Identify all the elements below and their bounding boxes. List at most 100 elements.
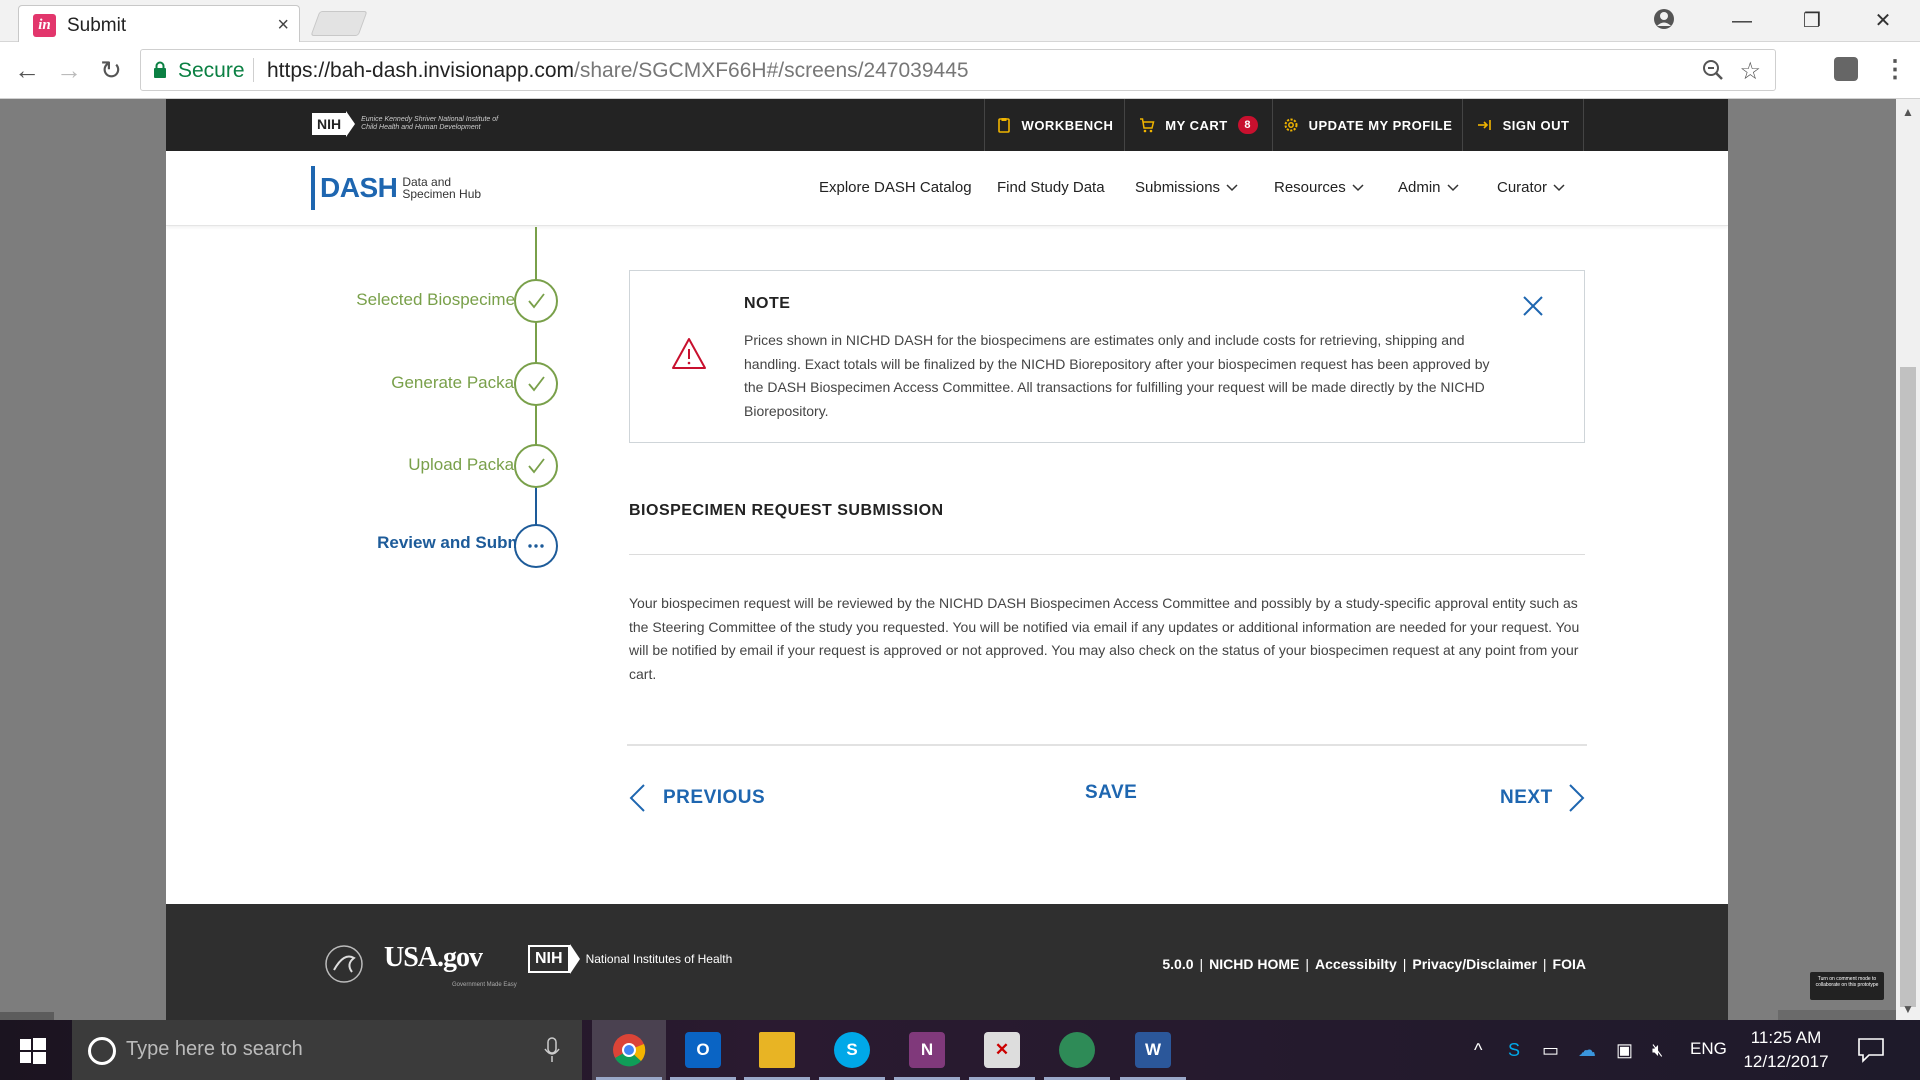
usa-gov-logo[interactable]: USA.gov (384, 942, 483, 974)
workbench-label: WORKBENCH (1021, 117, 1114, 133)
nav-resources-label: Resources (1274, 179, 1346, 196)
nav-find-study-data[interactable]: Find Study Data (997, 179, 1105, 196)
folder-icon (759, 1032, 795, 1068)
scroll-thumb[interactable] (1900, 367, 1916, 1007)
taskbar-skype[interactable]: S (815, 1020, 889, 1080)
word-icon: W (1135, 1032, 1171, 1068)
extension-icon[interactable] (1834, 57, 1858, 81)
footer-link-nichd-home[interactable]: NICHD HOME (1209, 956, 1299, 972)
omnibox-divider (253, 58, 254, 82)
tab-title: Submit (67, 15, 127, 36)
scroll-down-icon[interactable]: ▼ (1896, 1002, 1920, 1016)
action-center-icon[interactable] (1857, 1037, 1885, 1063)
bookmark-star-icon[interactable]: ☆ (1739, 57, 1761, 86)
browser-tab-bar: in Submit × — ❐ ✕ (0, 0, 1920, 43)
tray-battery-icon[interactable]: ▭ (1542, 1040, 1559, 1061)
taskbar-globe-app[interactable] (1040, 1020, 1114, 1080)
save-button[interactable]: SAVE (1085, 782, 1137, 804)
close-window-icon[interactable]: ✕ (1866, 8, 1900, 34)
utility-bar: NIH Eunice Kennedy Shriver National Inst… (166, 99, 1728, 151)
footer: USA.gov Government Made Easy NIH Nationa… (166, 904, 1728, 1020)
chevron-down-icon (1352, 183, 1364, 191)
chevron-down-icon (1447, 183, 1459, 191)
taskbar-chrome[interactable] (592, 1020, 666, 1080)
footer-link-accessibility[interactable]: Accessibilty (1315, 956, 1397, 972)
update-profile-link[interactable]: UPDATE MY PROFILE (1272, 99, 1462, 151)
close-icon[interactable] (1522, 295, 1544, 317)
tray-language[interactable]: ENG (1690, 1039, 1727, 1059)
hhs-seal-icon[interactable] (324, 944, 364, 984)
microphone-icon[interactable] (544, 1037, 560, 1063)
tray-network-icon[interactable]: ▣ (1616, 1040, 1633, 1061)
chevron-left-icon (629, 784, 645, 812)
dash-logo[interactable]: DASH Data and Specimen Hub (311, 166, 481, 210)
dash-logo-bar (311, 166, 315, 210)
scroll-up-icon[interactable]: ▲ (1896, 105, 1920, 119)
previous-button[interactable]: PREVIOUS (627, 782, 765, 814)
section-divider (629, 554, 1585, 555)
nav-resources[interactable]: Resources (1274, 179, 1364, 196)
page-scrollbar[interactable]: ▲ ▼ (1896, 99, 1920, 1020)
taskbar-search-box[interactable]: Type here to search (72, 1020, 582, 1080)
gear-icon (1284, 118, 1298, 132)
nav-admin[interactable]: Admin (1398, 179, 1459, 196)
page-canvas: NIH Eunice Kennedy Shriver National Inst… (166, 99, 1728, 1020)
actions-divider (627, 744, 1587, 746)
new-tab-button[interactable] (310, 11, 368, 36)
profile-icon[interactable] (1653, 8, 1687, 34)
restore-icon[interactable]: ❐ (1795, 8, 1829, 34)
step-review-and-submit[interactable]: Review and Submit (377, 533, 533, 553)
taskbar-outlook[interactable]: O (666, 1020, 740, 1080)
clock-date: 12/12/2017 (1743, 1052, 1829, 1071)
forward-icon[interactable]: → (54, 55, 84, 85)
tray-chevron-up-icon[interactable]: ^ (1474, 1040, 1482, 1061)
nichd-logo[interactable]: NIH Eunice Kennedy Shriver National Inst… (312, 111, 501, 137)
step-selected-biospecimens[interactable]: Selected Biospecimens (356, 290, 533, 310)
invision-mini-bar[interactable] (0, 1012, 54, 1020)
minimize-icon[interactable]: — (1725, 8, 1759, 34)
url-host: https://bah-dash.invisionapp.com (267, 59, 575, 82)
browser-tab[interactable]: in Submit × (18, 5, 300, 43)
x-app-icon: ✕ (984, 1032, 1020, 1068)
tray-onedrive-icon[interactable]: ☁ (1578, 1040, 1596, 1061)
section-body: Your biospecimen request will be reviewe… (629, 595, 1580, 682)
sign-out-label: SIGN OUT (1502, 117, 1570, 133)
zoom-icon[interactable] (1701, 58, 1725, 82)
nih-badge: NIH (312, 113, 347, 135)
footer-link-privacy[interactable]: Privacy/Disclaimer (1412, 956, 1537, 972)
step-complete-icon (514, 362, 558, 406)
reload-icon[interactable]: ↻ (96, 55, 126, 85)
step-generate-package[interactable]: Generate Package (391, 373, 533, 393)
nav-submissions[interactable]: Submissions (1135, 179, 1238, 196)
next-button[interactable]: NEXT (1500, 782, 1587, 814)
tray-clock[interactable]: 11:25 AM 12/12/2017 (1742, 1026, 1830, 1074)
nav-curator[interactable]: Curator (1497, 179, 1565, 196)
invision-comment-toggle[interactable] (1778, 1010, 1896, 1020)
url-field[interactable]: Secure https://bah-dash.invisionapp.com/… (140, 49, 1776, 91)
taskbar-app-x[interactable]: ✕ (965, 1020, 1039, 1080)
browser-menu-icon[interactable]: ⋮ (1883, 55, 1907, 84)
taskbar-file-explorer[interactable] (740, 1020, 814, 1080)
my-cart-label: MY CART (1165, 117, 1228, 133)
windows-start-icon[interactable] (20, 1038, 46, 1064)
sign-out-link[interactable]: SIGN OUT (1462, 99, 1584, 151)
next-label: NEXT (1500, 787, 1553, 808)
nih-footer-logo[interactable]: NIH National Institutes of Health (528, 944, 732, 974)
tab-close-icon[interactable]: × (277, 14, 289, 37)
step-complete-icon (514, 444, 558, 488)
workbench-link[interactable]: WORKBENCH (984, 99, 1124, 151)
nav-explore-catalog[interactable]: Explore DASH Catalog (819, 179, 972, 196)
footer-link-foia[interactable]: FOIA (1553, 956, 1586, 972)
url-path: /share/SGCMXF66H#/screens/247039445 (574, 59, 969, 82)
tray-volume-muted-icon[interactable]: 🔇︎ (1652, 1040, 1663, 1061)
tray-skype-icon[interactable]: S (1508, 1040, 1520, 1061)
nav-admin-label: Admin (1398, 179, 1441, 196)
taskbar-word[interactable]: W (1116, 1020, 1190, 1080)
my-cart-link[interactable]: MY CART 8 (1124, 99, 1272, 151)
back-icon[interactable]: ← (12, 55, 42, 85)
dash-logo-line2: Specimen Hub (402, 187, 482, 201)
nih-footer-badge: NIH (528, 945, 570, 973)
taskbar-onenote[interactable]: N (890, 1020, 964, 1080)
note-body: Prices shown in NICHD DASH for the biosp… (744, 332, 1490, 419)
cortana-icon (88, 1037, 116, 1065)
